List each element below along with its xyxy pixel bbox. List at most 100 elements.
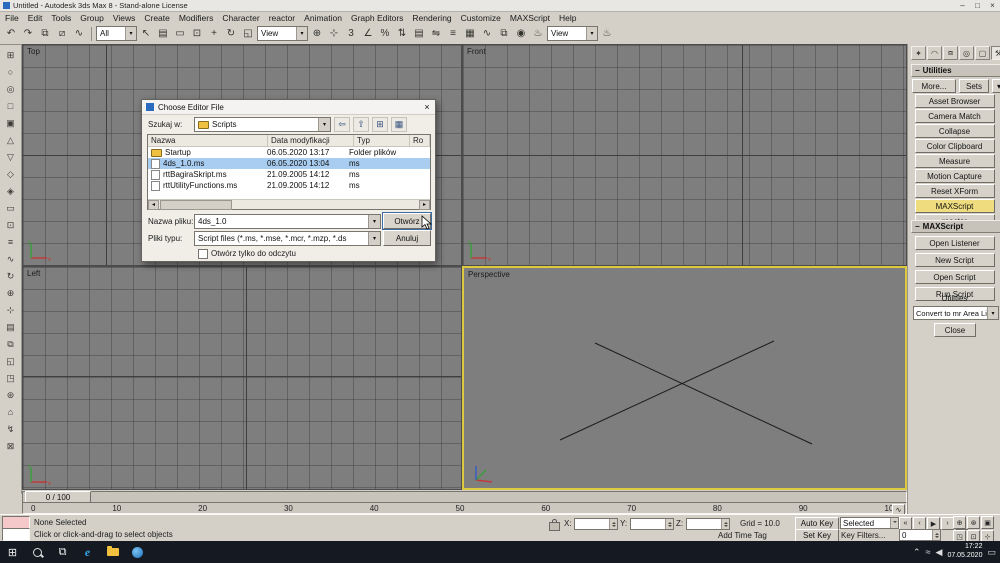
left-toolbar-icon[interactable]: ⊡ — [3, 218, 18, 232]
unlink-selection-icon[interactable]: ⧄ — [54, 26, 70, 42]
z-coordinate-field[interactable] — [686, 518, 730, 530]
zoom-icon[interactable]: ⊕ — [953, 516, 966, 529]
y-coordinate-field[interactable] — [630, 518, 674, 530]
chevron-down-icon[interactable]: ▾ — [368, 232, 380, 245]
left-toolbar-icon[interactable]: ◇ — [3, 167, 18, 181]
spinner-icon[interactable] — [609, 519, 617, 529]
file-list-column-header[interactable]: Nazwa — [148, 135, 268, 146]
menu-modifiers[interactable]: Modifiers — [179, 13, 213, 23]
file-row[interactable]: 4ds_1.0.ms06.05.2020 13:04ms — [148, 158, 430, 169]
viewport-left[interactable]: Left x y — [22, 266, 462, 490]
volume-icon[interactable]: ◀ — [936, 547, 943, 558]
browser-icon[interactable] — [125, 541, 150, 563]
left-toolbar-icon[interactable]: ⊞ — [3, 48, 18, 62]
up-one-level-icon[interactable]: ⇧ — [353, 117, 369, 132]
viewport-front[interactable]: Front x y — [462, 44, 907, 266]
horizontal-scrollbar[interactable]: ◂ ▸ — [148, 199, 430, 209]
left-toolbar-icon[interactable]: ◈ — [3, 184, 18, 198]
schematic-view-icon[interactable]: ⧉ — [496, 26, 512, 42]
reference-coordinate-dropdown[interactable]: View ▾ — [257, 26, 308, 41]
chevron-down-icon[interactable]: ▾ — [318, 118, 330, 131]
redo-icon[interactable]: ↷ — [20, 26, 36, 42]
select-and-move-icon[interactable]: + — [206, 26, 222, 42]
menu-views[interactable]: Views — [113, 13, 136, 23]
align-icon[interactable]: ≡ — [445, 26, 461, 42]
reset-xform-utility-button[interactable]: Reset XForm — [915, 184, 995, 198]
mirror-icon[interactable]: ⇋ — [428, 26, 444, 42]
maxscript-mini-listener[interactable] — [2, 528, 30, 541]
select-object-icon[interactable]: ↖ — [138, 26, 154, 42]
left-toolbar-icon[interactable]: ≡ — [3, 235, 18, 249]
menu-graph-editors[interactable]: Graph Editors — [351, 13, 403, 23]
file-name-input[interactable]: 4ds_1.0 ▾ — [194, 214, 381, 229]
add-time-tag[interactable]: Add Time Tag — [718, 531, 767, 540]
left-toolbar-icon[interactable]: ▤ — [3, 320, 18, 334]
lock-selection-toggle[interactable] — [549, 522, 560, 531]
quick-render-icon[interactable]: ♨ — [599, 26, 615, 42]
chevron-down-icon[interactable]: ▾ — [987, 307, 998, 319]
rectangular-selection-region-icon[interactable]: ▭ — [172, 26, 188, 42]
left-toolbar-icon[interactable]: ◳ — [3, 371, 18, 385]
left-toolbar-icon[interactable]: ∿ — [3, 252, 18, 266]
viewport-perspective[interactable]: Perspective — [462, 266, 907, 490]
dialog-title-bar[interactable]: Choose Editor File × — [142, 100, 435, 115]
zoom-extents-icon[interactable]: ▣ — [981, 516, 994, 529]
utilities-rollout-header[interactable]: − Utilities — [911, 64, 1000, 77]
menu-tools[interactable]: Tools — [51, 13, 71, 23]
left-toolbar-icon[interactable]: ↻ — [3, 269, 18, 283]
chevron-down-icon[interactable]: ▾ — [586, 27, 597, 40]
cancel-button[interactable]: Anuluj — [383, 230, 431, 246]
menu-group[interactable]: Group — [80, 13, 104, 23]
left-toolbar-icon[interactable]: ▭ — [3, 201, 18, 215]
key-mode-dropdown[interactable]: Selected — [840, 517, 899, 529]
close-utility-button[interactable]: Close — [934, 323, 976, 337]
spinner-icon[interactable] — [932, 530, 940, 540]
percent-snap-toggle-icon[interactable]: % — [377, 26, 393, 42]
color-clipboard-utility-button[interactable]: Color Clipboard — [915, 139, 995, 153]
close-button[interactable]: × — [985, 1, 1000, 10]
menu-create[interactable]: Create — [144, 13, 170, 23]
select-and-scale-icon[interactable]: ◱ — [240, 26, 256, 42]
selection-filter-dropdown[interactable]: All ▾ — [96, 26, 137, 41]
open-listener-button[interactable]: Open Listener — [915, 236, 995, 250]
start-button[interactable]: ⊞ — [0, 541, 25, 563]
menu-help[interactable]: Help — [559, 13, 576, 23]
key-filters-button[interactable]: Key Filters... — [841, 531, 885, 540]
task-view-icon[interactable]: ⧉ — [50, 541, 75, 563]
viewport-label-front[interactable]: Front — [467, 47, 486, 56]
new-folder-icon[interactable]: ⊞ — [372, 117, 388, 132]
menu-file[interactable]: File — [5, 13, 19, 23]
motion-capture-utility-button[interactable]: Motion Capture — [915, 169, 995, 183]
menu-rendering[interactable]: Rendering — [412, 13, 451, 23]
action-center-icon[interactable]: ▭ — [987, 547, 996, 558]
spinner-icon[interactable] — [721, 519, 729, 529]
network-icon[interactable]: ≈ — [926, 547, 931, 558]
bind-to-spacewarp-icon[interactable]: ∿ — [71, 26, 87, 42]
tab-modify[interactable]: ◠ — [927, 46, 942, 60]
left-toolbar-icon[interactable]: ⊕ — [3, 286, 18, 300]
minimize-button[interactable]: – — [955, 1, 970, 10]
back-icon[interactable]: ⇦ — [334, 117, 350, 132]
file-type-dropdown[interactable]: Script files (*.ms, *.mse, *.mcr, *.mzp,… — [194, 231, 381, 246]
chevron-down-icon[interactable]: ▾ — [368, 215, 380, 228]
dialog-close-icon[interactable]: × — [419, 102, 435, 112]
asset-browser-utility-button[interactable]: Asset Browser — [915, 94, 995, 108]
select-and-manipulate-icon[interactable]: ⊹ — [326, 26, 342, 42]
maxscript-utilities-dropdown[interactable]: Convert to mr Area Li ▾ — [913, 306, 999, 320]
menu-edit[interactable]: Edit — [28, 13, 43, 23]
left-toolbar-icon[interactable]: ⌂ — [3, 405, 18, 419]
current-frame-field[interactable]: 0 — [899, 529, 941, 541]
chevron-down-icon[interactable]: ▾ — [125, 27, 136, 40]
chevron-down-icon[interactable] — [890, 518, 898, 528]
x-coordinate-field[interactable] — [574, 518, 618, 530]
tab-utilities[interactable]: ⚒ — [991, 46, 1000, 60]
menu-animation[interactable]: Animation — [304, 13, 342, 23]
select-and-rotate-icon[interactable]: ↻ — [223, 26, 239, 42]
left-toolbar-icon[interactable]: ◎ — [3, 82, 18, 96]
scrollbar-thumb[interactable] — [160, 200, 232, 210]
file-explorer-icon[interactable] — [100, 541, 125, 563]
measure-utility-button[interactable]: Measure — [915, 154, 995, 168]
layer-manager-icon[interactable]: ▦ — [462, 26, 478, 42]
tab-display[interactable]: ▢ — [975, 46, 990, 60]
material-editor-icon[interactable]: ◉ — [513, 26, 529, 42]
